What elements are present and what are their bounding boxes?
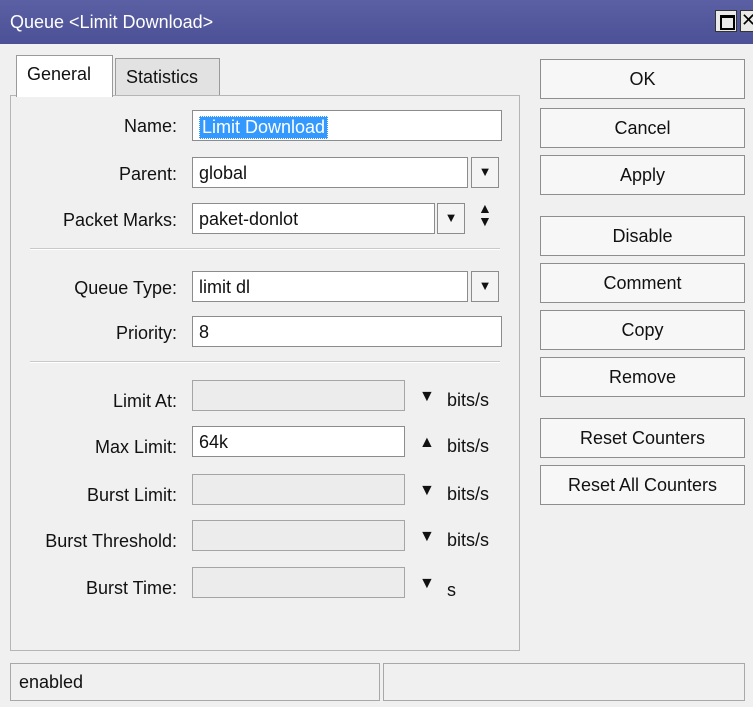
- apply-button[interactable]: Apply: [540, 155, 745, 195]
- burst-limit-field[interactable]: [192, 474, 405, 505]
- reset-all-counters-button[interactable]: Reset All Counters: [540, 465, 745, 505]
- max-limit-unit: bits/s: [447, 436, 490, 456]
- name-label: Name:: [123, 116, 177, 136]
- burst-threshold-label: Burst Threshold:: [45, 531, 177, 551]
- window-titlebar: Queue <Limit Download> ✕: [0, 0, 753, 44]
- packet-marks-dropdown-icon[interactable]: ▼: [437, 203, 465, 234]
- window-title: Queue <Limit Download>: [10, 12, 214, 32]
- parent-field[interactable]: global: [192, 157, 468, 188]
- status-secondary: [383, 663, 745, 701]
- tab-statistics[interactable]: Statistics: [115, 58, 220, 96]
- up-down-arrows-icon[interactable]: ▲ ▼: [478, 201, 492, 228]
- limit-at-label: Limit At:: [112, 391, 177, 411]
- disable-button[interactable]: Disable: [540, 216, 745, 256]
- burst-time-field[interactable]: [192, 567, 405, 598]
- remove-button[interactable]: Remove: [540, 357, 745, 397]
- limit-at-unit: bits/s: [447, 390, 490, 410]
- separator: [30, 248, 500, 250]
- maximize-icon[interactable]: [715, 10, 737, 32]
- parent-label: Parent:: [118, 164, 177, 184]
- burst-limit-unit: bits/s: [447, 484, 490, 504]
- priority-label: Priority:: [115, 323, 177, 343]
- cancel-button[interactable]: Cancel: [540, 108, 745, 148]
- burst-threshold-unit: bits/s: [447, 530, 490, 550]
- close-icon[interactable]: ✕: [740, 10, 753, 32]
- packet-marks-label: Packet Marks:: [62, 210, 177, 230]
- name-field[interactable]: Limit Download: [192, 110, 502, 141]
- burst-threshold-expand-icon[interactable]: ▼: [419, 528, 435, 546]
- tab-general[interactable]: General: [16, 55, 113, 97]
- separator: [30, 361, 500, 363]
- burst-threshold-field[interactable]: [192, 520, 405, 551]
- queue-type-label: Queue Type:: [74, 278, 177, 298]
- name-value: Limit Download: [199, 116, 329, 139]
- burst-time-expand-icon[interactable]: ▼: [419, 575, 435, 593]
- packet-marks-field[interactable]: paket-donlot: [192, 203, 435, 234]
- max-limit-collapse-icon[interactable]: ▲: [419, 434, 435, 452]
- burst-time-label: Burst Time:: [85, 578, 177, 598]
- burst-limit-label: Burst Limit:: [86, 485, 177, 505]
- reset-counters-button[interactable]: Reset Counters: [540, 418, 745, 458]
- parent-dropdown-icon[interactable]: ▼: [471, 157, 499, 188]
- max-limit-label: Max Limit:: [94, 437, 177, 457]
- priority-field[interactable]: 8: [192, 316, 502, 347]
- copy-button[interactable]: Copy: [540, 310, 745, 350]
- limit-at-field[interactable]: [192, 380, 405, 411]
- comment-button[interactable]: Comment: [540, 263, 745, 303]
- burst-limit-expand-icon[interactable]: ▼: [419, 482, 435, 500]
- burst-time-unit: s: [447, 580, 456, 600]
- queue-type-field[interactable]: limit dl: [192, 271, 468, 302]
- queue-type-dropdown-icon[interactable]: ▼: [471, 271, 499, 302]
- ok-button[interactable]: OK: [540, 59, 745, 99]
- max-limit-field[interactable]: 64k: [192, 426, 405, 457]
- status-enabled: enabled: [10, 663, 380, 701]
- limit-at-expand-icon[interactable]: ▼: [419, 388, 435, 406]
